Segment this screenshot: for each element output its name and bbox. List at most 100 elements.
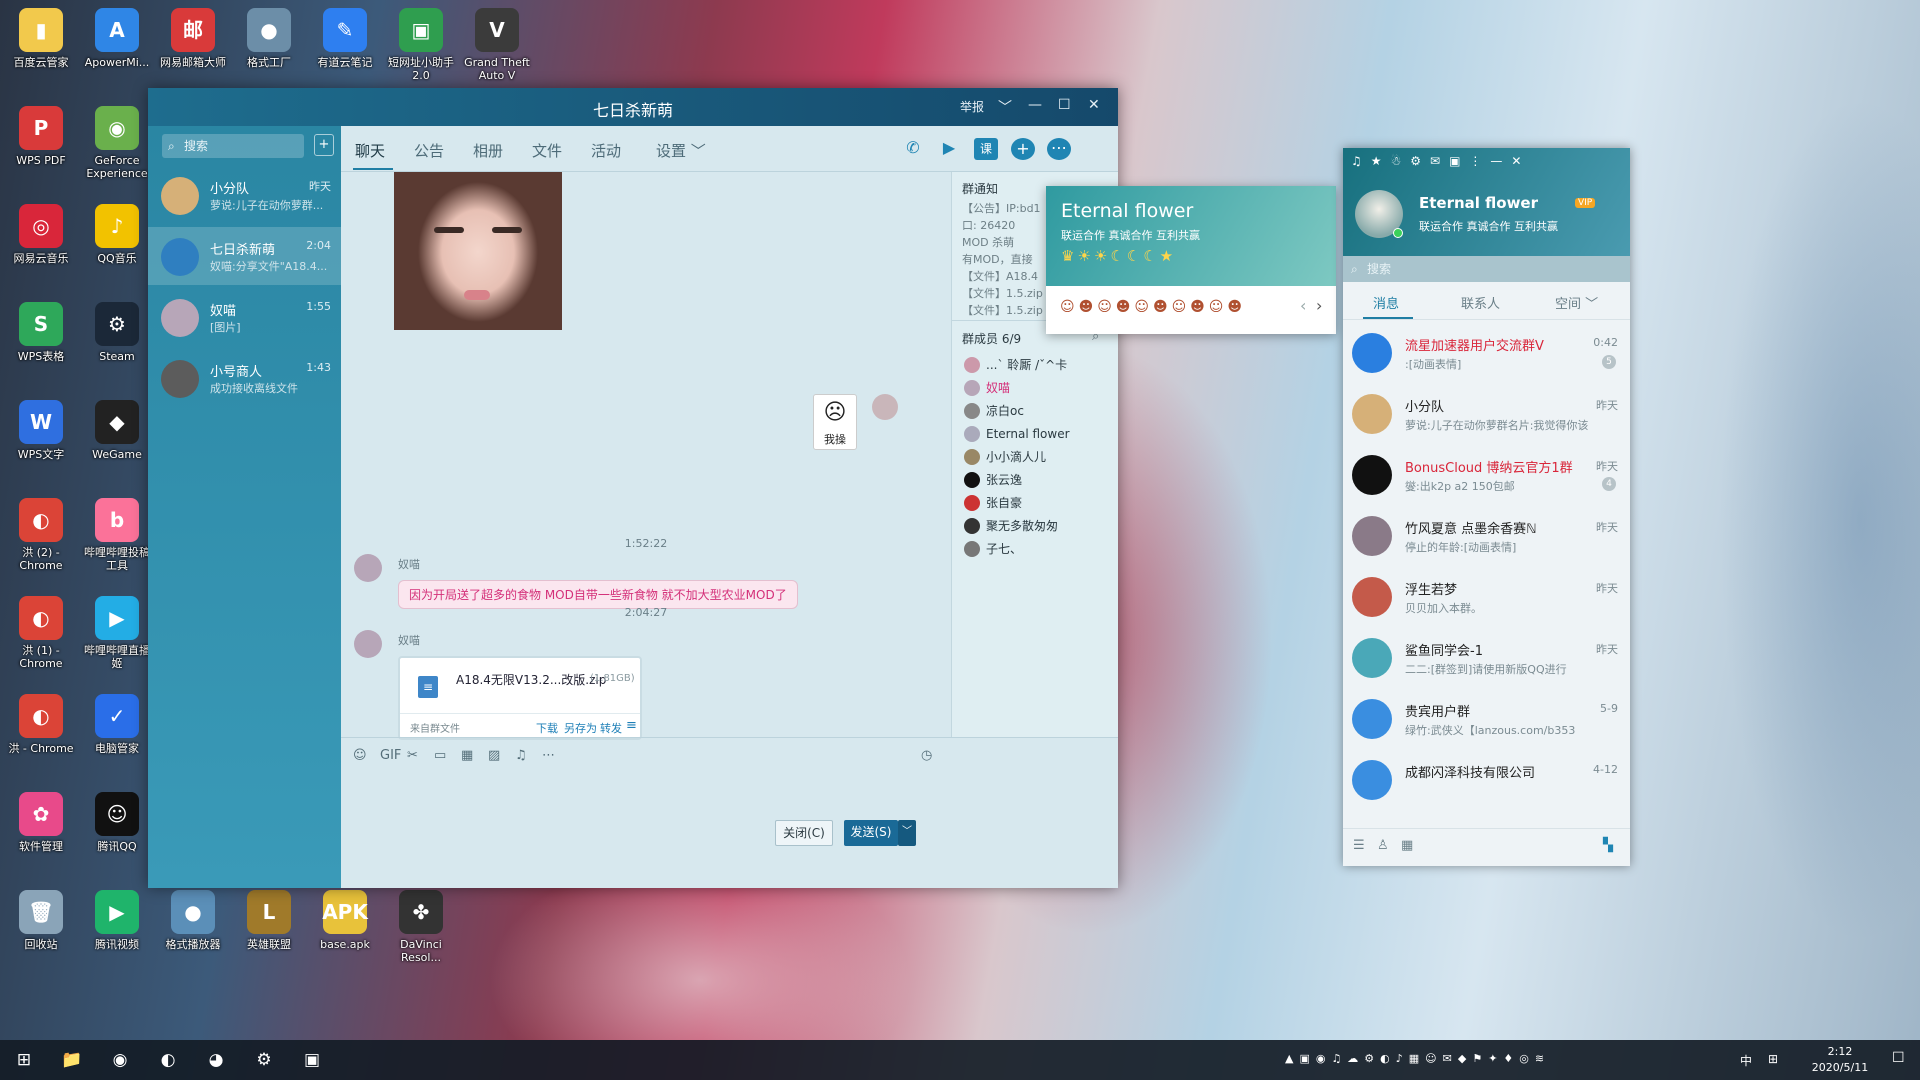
system-tray-icons[interactable]: ▲▣◉♫☁⚙◐♪▦☺✉◆⚑✦♦◎≋ [1285, 1052, 1550, 1065]
desktop-icon[interactable]: ◆ WeGame [80, 400, 154, 461]
desktop-icon[interactable]: ✿ 软件管理 [4, 792, 78, 853]
start-button[interactable]: ⊞ [4, 1046, 44, 1074]
desktop-icon[interactable]: ◐ 洪 (1) - Chrome [4, 596, 78, 670]
sender-avatar[interactable] [354, 630, 382, 658]
tab-settings[interactable]: 设置 ﹀ [656, 140, 706, 161]
notification-icon[interactable]: ☐ [1892, 1050, 1905, 1066]
member-item[interactable]: 张自豪 [960, 492, 1110, 514]
steam-icon[interactable]: ⚙ [244, 1046, 284, 1074]
more-icon[interactable]: ⋯ [1047, 138, 1071, 160]
conversation-item[interactable]: 奴喵 1:55 [图片] [148, 288, 341, 346]
desktop-icon[interactable]: W WPS文字 [4, 400, 78, 461]
file-icon[interactable]: ▦ [461, 748, 473, 763]
next-page-icon[interactable]: › [1316, 296, 1322, 315]
bell-icon[interactable]: ♫ [515, 748, 527, 763]
screenshot-icon[interactable]: ✂ [407, 748, 418, 763]
forward-link[interactable]: 转发 [600, 720, 622, 736]
notice-line[interactable]: 【公告】IP:bd1 [962, 200, 1041, 216]
add-friend-icon[interactable]: ♙ [1377, 838, 1389, 853]
qq-chat-item[interactable]: 小分队 昨天 萝说:儿子在动你萝群名片:我觉得你该 [1343, 384, 1630, 444]
grid-icon[interactable]: ⊞ [1768, 1052, 1778, 1066]
notice-line[interactable]: 【文件】1.5.zip [962, 285, 1043, 301]
gif-icon[interactable]: GIF [380, 748, 401, 763]
qq-chat-item[interactable]: 竹风夏意 点墨余香赛ℕ 昨天 停止的年龄:[动画表情] [1343, 506, 1630, 566]
send-button[interactable]: 发送(S) [844, 820, 898, 846]
my-avatar[interactable] [872, 394, 898, 420]
tab-chat[interactable]: 聊天 [355, 140, 385, 161]
qq-toolbar-icons[interactable]: ♫★☃⚙✉▣⋮—✕ [1351, 154, 1530, 168]
qq-search-input[interactable]: ⌕ 搜索 [1343, 256, 1630, 282]
desktop-icon[interactable]: ✎ 有道云笔记 [308, 8, 382, 69]
notice-line[interactable]: 有MOD，直接 [962, 251, 1033, 267]
image-icon[interactable]: ▨ [488, 748, 500, 763]
tab-activity[interactable]: 活动 [591, 140, 621, 161]
emoji-row[interactable]: ☺☻☺☻☺☻☺☻☺☻ [1060, 299, 1246, 315]
desktop-icon[interactable]: 邮网易邮箱大师 [156, 8, 230, 69]
search-input[interactable]: ⌕ 搜索 [162, 134, 304, 158]
save-as-link[interactable]: 另存为 [564, 720, 597, 736]
conversation-item[interactable]: 七日杀新萌 2:04 奴喵:分享文件"A18.4... [148, 227, 341, 285]
member-item[interactable]: 小小滴人儿 [960, 446, 1110, 468]
member-item[interactable]: 子七、 [960, 538, 1110, 560]
tab-announcement[interactable]: 公告 [414, 140, 444, 161]
tab-files[interactable]: 文件 [532, 140, 562, 161]
group-avatar[interactable] [1352, 638, 1392, 678]
desktop-icon[interactable]: V Grand Theft Auto V [460, 8, 534, 82]
chevron-down-icon[interactable]: ﹀ [998, 97, 1012, 117]
desktop-icon[interactable]: ● 格式工厂 [232, 8, 306, 69]
qq-chat-item[interactable]: 浮生若梦 昨天 贝贝加入本群。 [1343, 567, 1630, 627]
desktop-icon[interactable]: 🗑 回收站 [4, 890, 78, 951]
qq-chat-item[interactable]: 流星加速器用户交流群V 0:42:[动画表情] 5 [1343, 323, 1630, 383]
clock[interactable]: 2:12 2020/5/11 [1800, 1044, 1880, 1076]
desktop-icon[interactable]: ♪ QQ音乐 [80, 204, 154, 265]
avatar[interactable] [161, 177, 199, 215]
close-button[interactable]: 关闭(C) [775, 820, 833, 846]
maximize-button[interactable]: ☐ [1058, 97, 1071, 113]
add-icon[interactable]: + [1011, 138, 1035, 160]
class-icon[interactable]: 课 [974, 138, 998, 160]
close-window-button[interactable]: ✕ [1088, 97, 1100, 113]
qq-signature[interactable]: 联运合作 真诚合作 互利共赢 [1419, 218, 1558, 234]
desktop-icon[interactable]: L 英雄联盟 [232, 890, 306, 951]
group-avatar[interactable] [1352, 699, 1392, 739]
desktop-icon[interactable]: ◐ 洪 - Chrome [4, 694, 78, 755]
conversation-item[interactable]: 小分队 昨天 萝说:儿子在动你萝群... [148, 166, 341, 224]
desktop-icon[interactable]: ◎ 网易云音乐 [4, 204, 78, 265]
desktop-icon[interactable]: ⚙ Steam [80, 302, 154, 363]
input-area[interactable]: ☺ GIF ✂ ▭ ▦ ▨ ♫ ⋯ ◷ 关闭(C) 发送(S) ﹀ [341, 737, 1118, 888]
app-manager-icon[interactable]: ▚ [1603, 838, 1613, 853]
emoji-icon[interactable]: ☺ [353, 748, 367, 763]
group-avatar[interactable] [1352, 760, 1392, 800]
desktop-icon[interactable]: ✓ 电脑管家 [80, 694, 154, 755]
file-card[interactable]: ≡ A18.4无限V13.2...改版.zip (1.81GB) 来自群文件 下… [398, 656, 642, 740]
history-icon[interactable]: ◷ [921, 748, 932, 763]
desktop-icon[interactable]: ◐ 洪 (2) - Chrome [4, 498, 78, 572]
file-explorer-icon[interactable]: 📁 [52, 1046, 92, 1074]
qq-header[interactable]: ♫★☃⚙✉▣⋮—✕ Eternal flower VIP 联运合作 真诚合作 互… [1343, 148, 1630, 256]
folder-icon[interactable]: ▭ [434, 748, 446, 763]
qq-chat-item[interactable]: 贵宾用户群 5-9 绿竹:武侠义【lanzous.com/b353 [1343, 689, 1630, 749]
notice-line[interactable]: 口: 26420 [962, 217, 1015, 233]
member-item[interactable]: ...` 聆厮 /ˇ^卡 [960, 354, 1110, 376]
sender-avatar[interactable] [354, 554, 382, 582]
desktop-icon[interactable]: ✤ DaVinci Resol... [384, 890, 458, 964]
desktop-icon[interactable]: ▶ 腾讯视频 [80, 890, 154, 951]
avatar[interactable] [161, 360, 199, 398]
video-icon[interactable]: ▶ [937, 138, 961, 160]
qq-chat-item[interactable]: 成都闪泽科技有限公司 4-12 [1343, 750, 1630, 810]
file-menu-icon[interactable]: ≡ [626, 718, 637, 733]
member-item[interactable]: 奴喵 [960, 377, 1110, 399]
group-avatar[interactable] [1352, 455, 1392, 495]
desktop-icon[interactable]: P WPS PDF [4, 106, 78, 167]
desktop-icon[interactable]: ▮ 百度云管家 [4, 8, 78, 69]
file-assistant-icon[interactable]: ▦ [1401, 838, 1413, 853]
tab-qzone[interactable]: 空间 ﹀ [1555, 293, 1598, 312]
minimize-button[interactable]: — [1028, 97, 1042, 113]
chrome-icon[interactable]: ◐ [148, 1046, 188, 1074]
group-avatar[interactable] [1352, 333, 1392, 373]
sticker-image[interactable]: ☹ 我操 [813, 394, 857, 450]
qq-chat-item[interactable]: 鲨鱼同学会-1 昨天 二二:[群签到]请使用新版QQ进行 [1343, 628, 1630, 688]
chat-title-bar[interactable]: 七日杀新萌 举报 ﹀ — ☐ ✕ [148, 88, 1118, 126]
app-window-icon[interactable]: ▣ [292, 1046, 332, 1074]
member-item[interactable]: 聚无多散匆匆 [960, 515, 1110, 537]
